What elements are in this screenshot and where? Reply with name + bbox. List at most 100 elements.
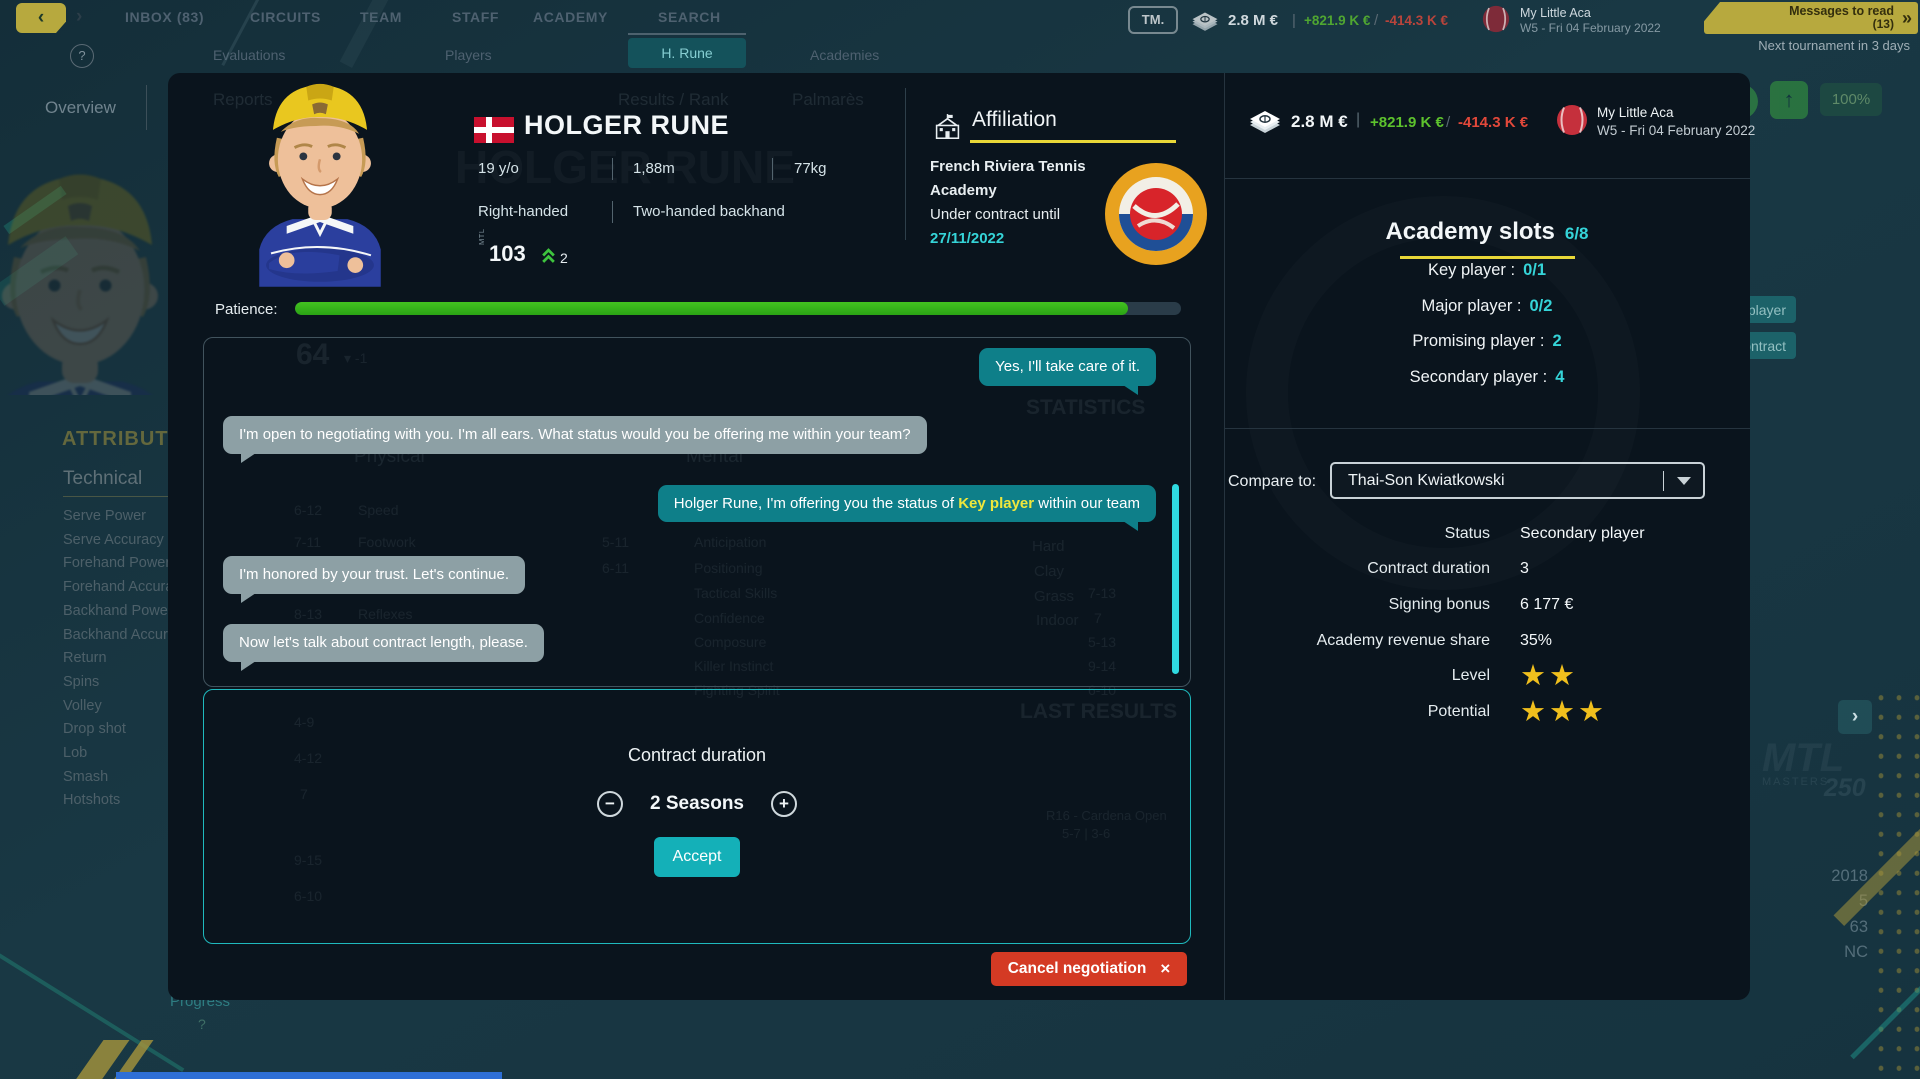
tab-h-rune[interactable]: H. Rune	[628, 38, 746, 68]
weekly-expense: -414.3 K €	[1385, 13, 1448, 28]
divider	[1663, 471, 1664, 491]
stat-label: Potential	[1230, 703, 1490, 721]
slot-label: Key player :	[1428, 261, 1515, 280]
stat-row: Potential ★★★	[1230, 694, 1700, 730]
separator: |	[1292, 12, 1296, 29]
nav-item-staff[interactable]: STAFF	[452, 9, 499, 25]
increase-duration-button[interactable]: +	[771, 791, 797, 817]
career-number: 2018	[1772, 864, 1868, 889]
chat-text: Holger Rune, I'm offering you the status…	[674, 495, 958, 512]
money-icon	[1247, 106, 1283, 134]
slot-value: 4	[1555, 368, 1564, 387]
stat-value: Secondary player	[1520, 525, 1645, 543]
player-photo	[222, 60, 418, 288]
academy-logo	[1104, 162, 1208, 266]
chat-bubble-left: Now let's talk about contract length, pl…	[223, 624, 544, 662]
decrease-duration-button[interactable]: −	[597, 791, 623, 817]
stat-row: Level★★	[1230, 658, 1700, 694]
academy-slots-count: 6/8	[1565, 224, 1589, 244]
stat-label: Signing bonus	[1230, 596, 1490, 614]
compare-to-label: Compare to:	[1228, 473, 1316, 491]
double-chevron-icon: »	[1902, 8, 1912, 29]
stat-value: 3	[1520, 560, 1529, 578]
contract-offer-panel: Contract duration − 2 Seasons + Accept	[203, 689, 1191, 944]
chat-scrollbar[interactable]	[1172, 484, 1179, 674]
player-name: HOLGER RUNE	[524, 110, 729, 141]
compare-selected-value: Thai-Son Kwiatkowski	[1348, 472, 1663, 490]
star-rating: ★★★	[1520, 702, 1607, 722]
divider	[612, 158, 613, 180]
messages-count: (13)	[1873, 18, 1894, 31]
separator: |	[1356, 111, 1360, 129]
player-age: 19 y/o	[478, 160, 519, 177]
tab-overview[interactable]: Overview	[45, 98, 116, 118]
stat-label: Contract duration	[1230, 560, 1490, 578]
club-ball-icon	[1482, 5, 1510, 33]
panel-game-date: W5 - Fri 04 February 2022	[1597, 123, 1755, 138]
divider	[1224, 73, 1225, 1000]
ghost-text: Results / Rank	[618, 90, 729, 110]
nav-item-circuits[interactable]: CIRCUITS	[250, 9, 321, 25]
messages-button[interactable]: Messages to read (13) »	[1704, 2, 1918, 34]
nav-item-inbox-83-[interactable]: INBOX (83)	[125, 9, 204, 25]
chat-text: I'm honored by your trust. Let's continu…	[239, 566, 509, 583]
next-section-button[interactable]: ›	[1838, 700, 1872, 734]
affiliation-title: Affiliation	[972, 108, 1057, 132]
slot-label: Promising player :	[1412, 332, 1544, 351]
patience-bar	[295, 302, 1181, 315]
player-hand: Right-handed	[478, 203, 568, 220]
player-height: 1,88m	[633, 160, 675, 177]
divider	[146, 85, 147, 130]
background-player-photo	[0, 140, 168, 395]
forward-button[interactable]: ›	[76, 6, 82, 28]
duration-value: 2 Seasons	[647, 793, 747, 815]
nav-item-search[interactable]: SEARCH	[658, 9, 721, 25]
stat-value: 35%	[1520, 632, 1552, 650]
affiliation-academy-line1: French Riviera Tennis	[930, 158, 1086, 175]
chat-bubble-left: I'm honored by your trust. Let's continu…	[223, 556, 525, 594]
academy-slots-title: Academy slots	[1385, 218, 1554, 246]
chat-text: Yes, I'll take care of it.	[995, 358, 1140, 375]
club-name: My Little Aca	[1520, 6, 1591, 20]
subnav-item-academies[interactable]: Academies	[810, 47, 879, 63]
stat-label: Status	[1230, 525, 1490, 543]
active-tab-underline	[628, 33, 746, 35]
back-button[interactable]: ‹	[16, 3, 66, 33]
ranking-up-icon	[541, 248, 556, 264]
chat-bubble-left: I'm open to negotiating with you. I'm al…	[223, 416, 927, 454]
subnav-item-players[interactable]: Players	[445, 47, 492, 63]
patience-fill	[295, 302, 1128, 315]
stat-row: Status Secondary player	[1230, 516, 1700, 552]
player-backhand: Two-handed backhand	[633, 203, 785, 220]
patience-label: Patience:	[215, 301, 278, 318]
compare-dropdown[interactable]: Thai-Son Kwiatkowski	[1330, 462, 1705, 499]
separator: /	[1446, 114, 1450, 131]
balance: 2.8 M €	[1228, 12, 1278, 29]
star-rating: ★★	[1520, 666, 1578, 686]
accept-button[interactable]: Accept	[654, 837, 740, 877]
money-icon	[1190, 8, 1220, 32]
academy-slot-rows: Key player :0/1Major player :0/2Promisin…	[1224, 253, 1750, 395]
career-number: 63	[1772, 915, 1868, 940]
stat-value: 6 177 €	[1520, 596, 1573, 614]
academy-slot-row: Promising player :2	[1224, 324, 1750, 360]
help-button[interactable]: ?	[70, 44, 94, 68]
chat-text: I'm open to negotiating with you. I'm al…	[239, 426, 911, 443]
contract-duration-title: Contract duration	[204, 745, 1190, 766]
panel-expense: -414.3 K €	[1458, 114, 1528, 131]
chat-text: Now let's talk about contract length, pl…	[239, 634, 528, 651]
cancel-negotiation-button[interactable]: Cancel negotiation ×	[991, 952, 1187, 986]
negotiation-chat: Yes, I'll take care of it. I'm open to ne…	[203, 337, 1191, 687]
academy-slot-row: Key player :0/1	[1224, 253, 1750, 289]
close-icon: ×	[1160, 959, 1170, 979]
slot-value: 0/2	[1530, 297, 1553, 316]
chevron-down-icon	[1677, 477, 1691, 485]
ranking-change: 2	[560, 250, 568, 266]
stat-row: Academy revenue share 35%	[1230, 623, 1700, 659]
decor-blue-bar	[116, 1072, 502, 1079]
academy-slots-header: Academy slots 6/8	[1224, 218, 1750, 246]
player-ranking: 103	[489, 241, 526, 267]
stat-label: Academy revenue share	[1230, 632, 1490, 650]
separator: /	[1374, 12, 1378, 29]
nav-item-academy[interactable]: ACADEMY	[533, 9, 608, 25]
